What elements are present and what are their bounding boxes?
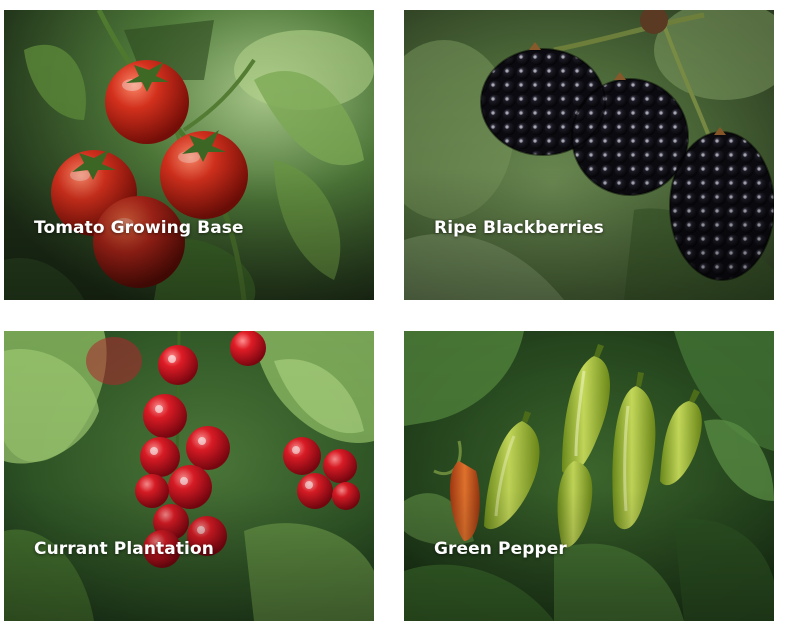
photo-gallery: Tomato Growing Base Ripe Blackberries Cu…: [0, 0, 785, 628]
gallery-card-tomato[interactable]: Tomato Growing Base: [4, 10, 374, 300]
card-caption-currants: Currant Plantation: [34, 539, 214, 559]
gallery-card-peppers[interactable]: Green Pepper: [404, 331, 774, 621]
card-caption-pepper: Green Pepper: [434, 539, 567, 559]
card-caption-blackberries: Ripe Blackberries: [434, 218, 604, 238]
gallery-card-currants[interactable]: Currant Plantation: [4, 331, 374, 621]
image-overlay: [4, 331, 374, 621]
image-overlay: [404, 331, 774, 621]
image-overlay: [4, 10, 374, 300]
gallery-card-blackberries[interactable]: Ripe Blackberries: [404, 10, 774, 300]
image-overlay: [404, 10, 774, 300]
card-caption-tomato: Tomato Growing Base: [34, 218, 244, 238]
